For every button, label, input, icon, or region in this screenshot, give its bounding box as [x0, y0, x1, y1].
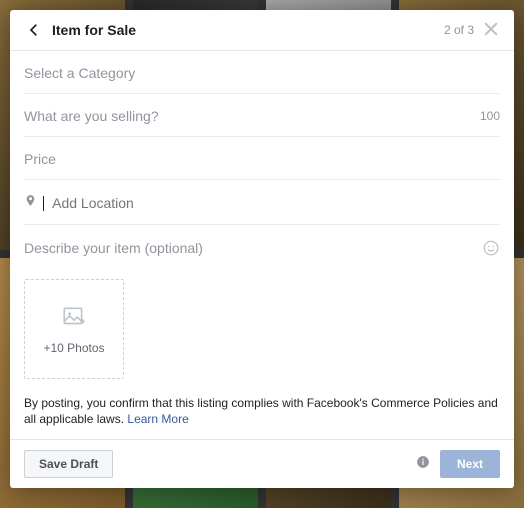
info-icon[interactable] — [416, 455, 430, 474]
add-photos-button[interactable]: +10 Photos — [24, 279, 124, 379]
location-pin-icon — [24, 194, 37, 212]
disclosure-text: By posting, you confirm that this listin… — [24, 395, 500, 439]
title-field[interactable]: 100 — [24, 94, 500, 137]
char-limit: 100 — [480, 109, 500, 123]
modal-header: Item for Sale 2 of 3 — [10, 10, 514, 51]
title-input[interactable] — [24, 108, 480, 124]
disclosure-body: By posting, you confirm that this listin… — [24, 396, 498, 426]
close-button[interactable] — [484, 22, 500, 38]
description-placeholder: Describe your item (optional) — [24, 240, 482, 256]
category-placeholder: Select a Category — [24, 65, 135, 81]
learn-more-link[interactable]: Learn More — [127, 412, 188, 426]
price-field[interactable] — [24, 137, 500, 180]
image-add-icon — [61, 304, 87, 335]
modal-footer: Save Draft Next — [10, 439, 514, 488]
text-cursor — [43, 196, 44, 211]
description-field[interactable]: Describe your item (optional) — [24, 225, 500, 269]
price-input[interactable] — [24, 151, 500, 167]
modal-title: Item for Sale — [52, 22, 444, 38]
save-draft-button[interactable]: Save Draft — [24, 450, 113, 478]
location-input[interactable] — [52, 195, 500, 211]
sell-item-modal: Item for Sale 2 of 3 Select a Category 1… — [10, 10, 514, 488]
photo-count-label: +10 Photos — [43, 341, 104, 355]
back-button[interactable] — [24, 20, 44, 40]
location-field[interactable] — [24, 180, 500, 225]
category-field[interactable]: Select a Category — [24, 51, 500, 94]
emoji-picker-button[interactable] — [482, 239, 500, 257]
step-indicator: 2 of 3 — [444, 23, 474, 37]
modal-body: Select a Category 100 Describe your item… — [10, 51, 514, 439]
next-button[interactable]: Next — [440, 450, 500, 478]
